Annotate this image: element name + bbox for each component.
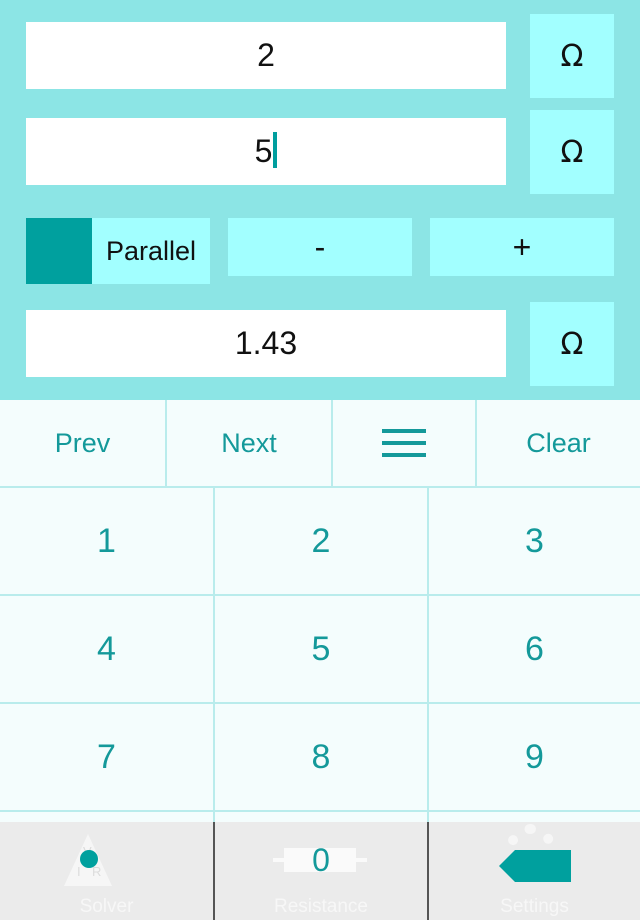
resistor1-value: 2	[257, 37, 275, 73]
result-value: 1.43	[234, 325, 298, 361]
backspace-icon[interactable]	[499, 850, 571, 882]
keyboard-toolbar: Prev Next Clear	[0, 400, 640, 488]
menu-button[interactable]	[331, 400, 475, 486]
divider	[427, 812, 429, 822]
prev-button[interactable]: Prev	[0, 400, 165, 486]
mode-swatch	[26, 218, 92, 284]
key-9[interactable]: 9	[427, 704, 640, 812]
tab-label-solver: Solver	[79, 896, 134, 917]
divider	[213, 812, 215, 822]
key-4[interactable]: 4	[0, 596, 213, 704]
key-2[interactable]: 2	[213, 488, 427, 596]
tab-label-settings: Settings	[500, 896, 569, 917]
ohm-icon: Ω	[560, 38, 584, 74]
tab-settings[interactable]: Settings	[427, 822, 640, 920]
text-cursor	[273, 131, 278, 168]
decimal-key[interactable]	[80, 850, 98, 868]
key-8[interactable]: 8	[213, 704, 427, 812]
triangle-letter-i: I	[77, 864, 81, 879]
keypad-bottom-strip	[0, 812, 640, 822]
result-field[interactable]: 1.43	[26, 310, 506, 377]
hamburger-icon	[382, 429, 426, 457]
tab-bar: V I R Solver 0 Resistance Settings	[0, 822, 640, 920]
key-5[interactable]: 5	[213, 596, 427, 704]
resistor1-unit-button[interactable]: Ω	[530, 14, 614, 98]
result-unit-button[interactable]: Ω	[530, 302, 614, 386]
tab-resistance[interactable]: 0 Resistance	[213, 822, 427, 920]
ohm-icon: Ω	[560, 134, 584, 170]
ohm-icon: Ω	[560, 326, 584, 362]
next-button[interactable]: Next	[165, 400, 331, 486]
resistor2-unit-button[interactable]: Ω	[530, 110, 614, 194]
parallel-label: Parallel	[105, 235, 197, 266]
resistor2-input[interactable]: 5	[26, 118, 506, 185]
resistor1-input[interactable]: 2	[26, 22, 506, 89]
input-panel: 2 Ω 5 Ω Parallel - + 1.43 Ω	[0, 0, 640, 400]
clear-button[interactable]: Clear	[475, 400, 640, 486]
numeric-keypad: 1 2 3 4 5 6 7 8 9	[0, 488, 640, 812]
key-6[interactable]: 6	[427, 596, 640, 704]
key-1[interactable]: 1	[0, 488, 213, 596]
tab-solver[interactable]: V I R Solver	[0, 822, 213, 920]
key-3[interactable]: 3	[427, 488, 640, 596]
plus-button[interactable]: +	[430, 218, 614, 276]
minus-button[interactable]: -	[228, 218, 412, 276]
key-7[interactable]: 7	[0, 704, 213, 812]
key-0[interactable]: 0	[215, 842, 427, 879]
backspace-shape	[499, 850, 571, 882]
parallel-toggle[interactable]: Parallel	[26, 218, 210, 284]
resistor2-value: 5	[254, 133, 273, 169]
tab-label-resistance: Resistance	[274, 896, 368, 917]
